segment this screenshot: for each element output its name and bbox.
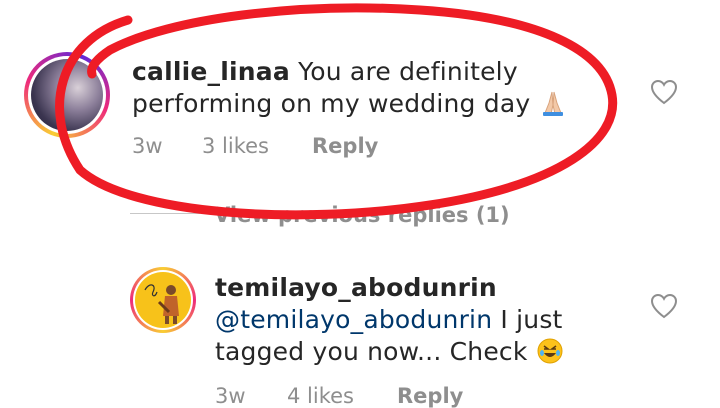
mention-link[interactable]: @temilayo_abodunrin bbox=[215, 305, 492, 334]
comment-text: callie_linaa You are definitely performi… bbox=[132, 56, 602, 125]
likes-count[interactable]: 4 likes bbox=[287, 384, 354, 408]
heart-icon[interactable] bbox=[650, 293, 678, 319]
profile-photo bbox=[31, 59, 103, 131]
divider bbox=[130, 213, 200, 214]
rolling-on-floor-laughing-icon bbox=[536, 337, 564, 373]
folded-hands-icon bbox=[539, 89, 567, 125]
comment-username[interactable]: temilayo_abodunrin bbox=[215, 273, 497, 302]
comment-time: 3w bbox=[215, 384, 246, 408]
view-previous-replies-link[interactable]: View previous replies (1) bbox=[214, 203, 510, 227]
comment-username[interactable]: callie_linaa bbox=[132, 57, 290, 86]
comment-time: 3w bbox=[132, 134, 163, 158]
likes-count[interactable]: 3 likes bbox=[202, 134, 269, 158]
comment-text: temilayo_abodunrin @temilayo_abodunrin I… bbox=[215, 272, 625, 373]
heart-icon[interactable] bbox=[650, 79, 678, 105]
profile-photo bbox=[135, 272, 191, 328]
avatar[interactable] bbox=[24, 52, 110, 138]
reply-button[interactable]: Reply bbox=[312, 134, 378, 158]
reply-button[interactable]: Reply bbox=[397, 384, 463, 408]
avatar[interactable] bbox=[130, 267, 196, 333]
